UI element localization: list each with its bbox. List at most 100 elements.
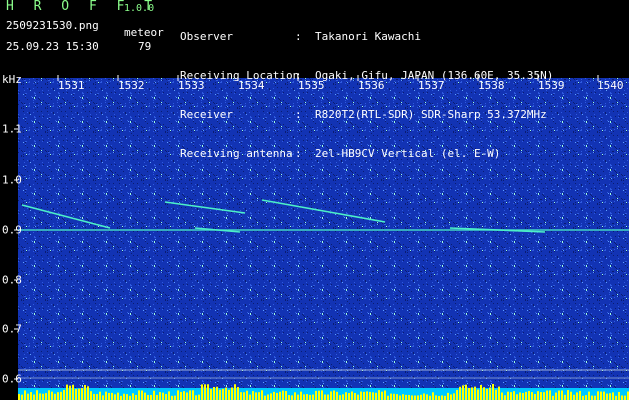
signal-bar xyxy=(96,394,98,400)
signal-bar xyxy=(516,394,518,400)
signal-bar xyxy=(306,394,308,400)
signal-bar xyxy=(117,392,119,400)
signal-bar xyxy=(393,393,395,400)
signal-bar xyxy=(303,394,305,400)
signal-bar xyxy=(438,395,440,400)
signal-bar xyxy=(144,392,146,400)
signal-bar xyxy=(576,392,578,400)
signal-bar xyxy=(246,390,248,400)
info-row-antenna: Receiving antenna:2el-HB9CV Vertical (el… xyxy=(180,147,501,160)
signal-bar xyxy=(189,390,191,400)
signal-bar xyxy=(408,394,410,400)
x-tick-label: 1537 xyxy=(418,79,445,92)
signal-bar xyxy=(321,390,323,400)
signal-bar xyxy=(513,391,515,400)
signal-bar xyxy=(24,390,26,400)
signal-bar xyxy=(543,392,545,400)
signal-bar xyxy=(54,393,56,400)
signal-bar xyxy=(234,384,236,400)
signal-bar xyxy=(537,391,539,400)
signal-bar xyxy=(360,391,362,400)
signal-bar xyxy=(156,394,158,400)
timestamp: 25.09.23 15:30 xyxy=(6,40,99,53)
x-tick-label: 1540 xyxy=(597,79,624,92)
signal-bar xyxy=(183,391,185,400)
signal-bar xyxy=(420,394,422,400)
signal-bar xyxy=(57,392,59,400)
signal-bar xyxy=(159,392,161,400)
signal-bar xyxy=(345,392,347,400)
signal-bar xyxy=(195,395,197,400)
signal-bar xyxy=(174,395,176,400)
signal-bar xyxy=(492,384,494,400)
signal-bar xyxy=(312,394,314,400)
signal-bar xyxy=(135,394,137,400)
signal-bar xyxy=(609,393,611,400)
signal-bar xyxy=(366,391,368,400)
signal-bar xyxy=(534,394,536,400)
signal-bar xyxy=(78,388,80,400)
signal-bar xyxy=(276,392,278,400)
signal-bar xyxy=(522,392,524,400)
signal-bar xyxy=(279,391,281,400)
signal-bar xyxy=(81,388,83,400)
signal-bar xyxy=(114,394,116,400)
signal-bar xyxy=(459,386,461,400)
signal-bar xyxy=(504,395,506,400)
signal-bar xyxy=(486,388,488,400)
signal-bar xyxy=(531,392,533,400)
signal-bar xyxy=(171,395,173,400)
signal-bar xyxy=(39,393,41,400)
signal-bar xyxy=(285,391,287,400)
signal-bar xyxy=(519,392,521,400)
signal-bar xyxy=(402,394,404,400)
info-row-receiver: Receiver: R820T2(RTL-SDR) SDR-Sharp 53.37… xyxy=(180,108,547,121)
signal-bar xyxy=(315,390,317,400)
signal-bar xyxy=(594,395,596,400)
signal-bar xyxy=(507,391,509,400)
signal-bar xyxy=(180,391,182,400)
signal-bar xyxy=(336,391,338,400)
signal-bar xyxy=(126,394,128,400)
signal-bar xyxy=(570,391,572,400)
signal-bar xyxy=(381,391,383,400)
signal-bar xyxy=(147,394,149,400)
signal-bar xyxy=(414,395,416,400)
signal-bar xyxy=(93,393,95,400)
signal-bar xyxy=(417,395,419,400)
signal-bar xyxy=(141,390,143,400)
y-tick-label: 1.1 xyxy=(2,122,22,136)
info-key: Receiver xyxy=(180,108,233,121)
signal-bar xyxy=(288,395,290,400)
signal-bar xyxy=(348,393,350,400)
signal-bar xyxy=(489,387,491,400)
signal-bar xyxy=(18,394,20,400)
signal-bar xyxy=(210,389,212,400)
signal-bar xyxy=(528,390,530,400)
signal-bar xyxy=(273,391,275,400)
signal-bar xyxy=(213,387,215,400)
signal-bar xyxy=(462,385,464,400)
signal-bar xyxy=(447,392,449,400)
signal-bar xyxy=(51,391,53,400)
signal-bar xyxy=(150,394,152,400)
signal-bar xyxy=(582,395,584,400)
signal-bar xyxy=(354,393,356,400)
signal-bar xyxy=(258,392,260,400)
signal-bar xyxy=(165,394,167,400)
signal-bar xyxy=(615,395,617,400)
signal-bar xyxy=(324,394,326,400)
signal-bar xyxy=(48,390,50,400)
signal-bar xyxy=(33,394,35,400)
signal-bar xyxy=(405,394,407,400)
signal-bar xyxy=(27,393,29,400)
info-value: R820T2(RTL-SDR) SDR-Sharp 53.372MHz xyxy=(315,108,547,121)
signal-bar xyxy=(282,390,284,400)
signal-bar xyxy=(546,390,548,400)
signal-bar xyxy=(333,390,335,400)
signal-bar xyxy=(441,395,443,400)
signal-bar xyxy=(465,384,467,400)
signal-bar xyxy=(603,391,605,400)
signal-bar xyxy=(225,387,227,400)
signal-bar xyxy=(339,395,341,400)
